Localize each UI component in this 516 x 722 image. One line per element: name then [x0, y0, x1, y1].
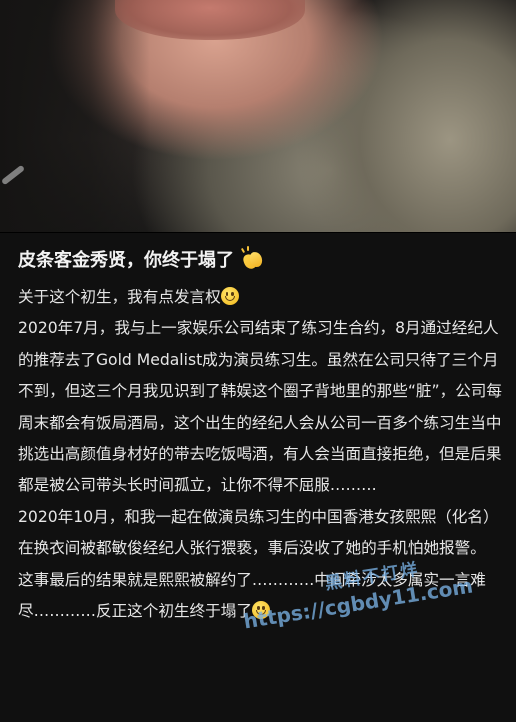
- post-body: 关于这个初生，我有点发言权 2020年7月，我与上一家娱乐公司结束了练习生合约，…: [18, 282, 504, 627]
- divider: [0, 232, 516, 233]
- paragraph-text: 关于这个初生，我有点发言权: [18, 288, 221, 306]
- paragraph-text: 2020年10月，和我一起在做演员练习生的中国香港女孩熙熙（化名）在换衣间被都敏…: [18, 507, 499, 558]
- paragraph: 2020年7月，我与上一家娱乐公司结束了练习生合约，8月通过经纪人的推荐去了Go…: [18, 313, 504, 501]
- paragraph: 关于这个初生，我有点发言权: [18, 282, 504, 313]
- post-title-row: 皮条客金秀贤，你终于塌了: [18, 246, 504, 276]
- paragraph: 这事最后的结果就是熙熙被解约了…………中间牵涉太多属实一言难尽…………反正这个初…: [18, 565, 504, 628]
- photo-shadow: [0, 0, 150, 232]
- smile-icon: [220, 287, 239, 305]
- post-photo[interactable]: [0, 0, 516, 232]
- clapping-hands-icon: [240, 246, 264, 271]
- paragraph-text: 2020年7月，我与上一家娱乐公司结束了练习生合约，8月通过经纪人的推荐去了Go…: [18, 319, 502, 495]
- post-content: 皮条客金秀贤，你终于塌了 关于这个初生，我有点发言权 2020年7月，我与上一家…: [18, 246, 504, 627]
- smile-icon: [251, 601, 270, 620]
- paragraph: 2020年10月，和我一起在做演员练习生的中国香港女孩熙熙（化名）在换衣间被都敏…: [18, 502, 504, 565]
- post-title: 皮条客金秀贤，你终于塌了: [18, 250, 234, 271]
